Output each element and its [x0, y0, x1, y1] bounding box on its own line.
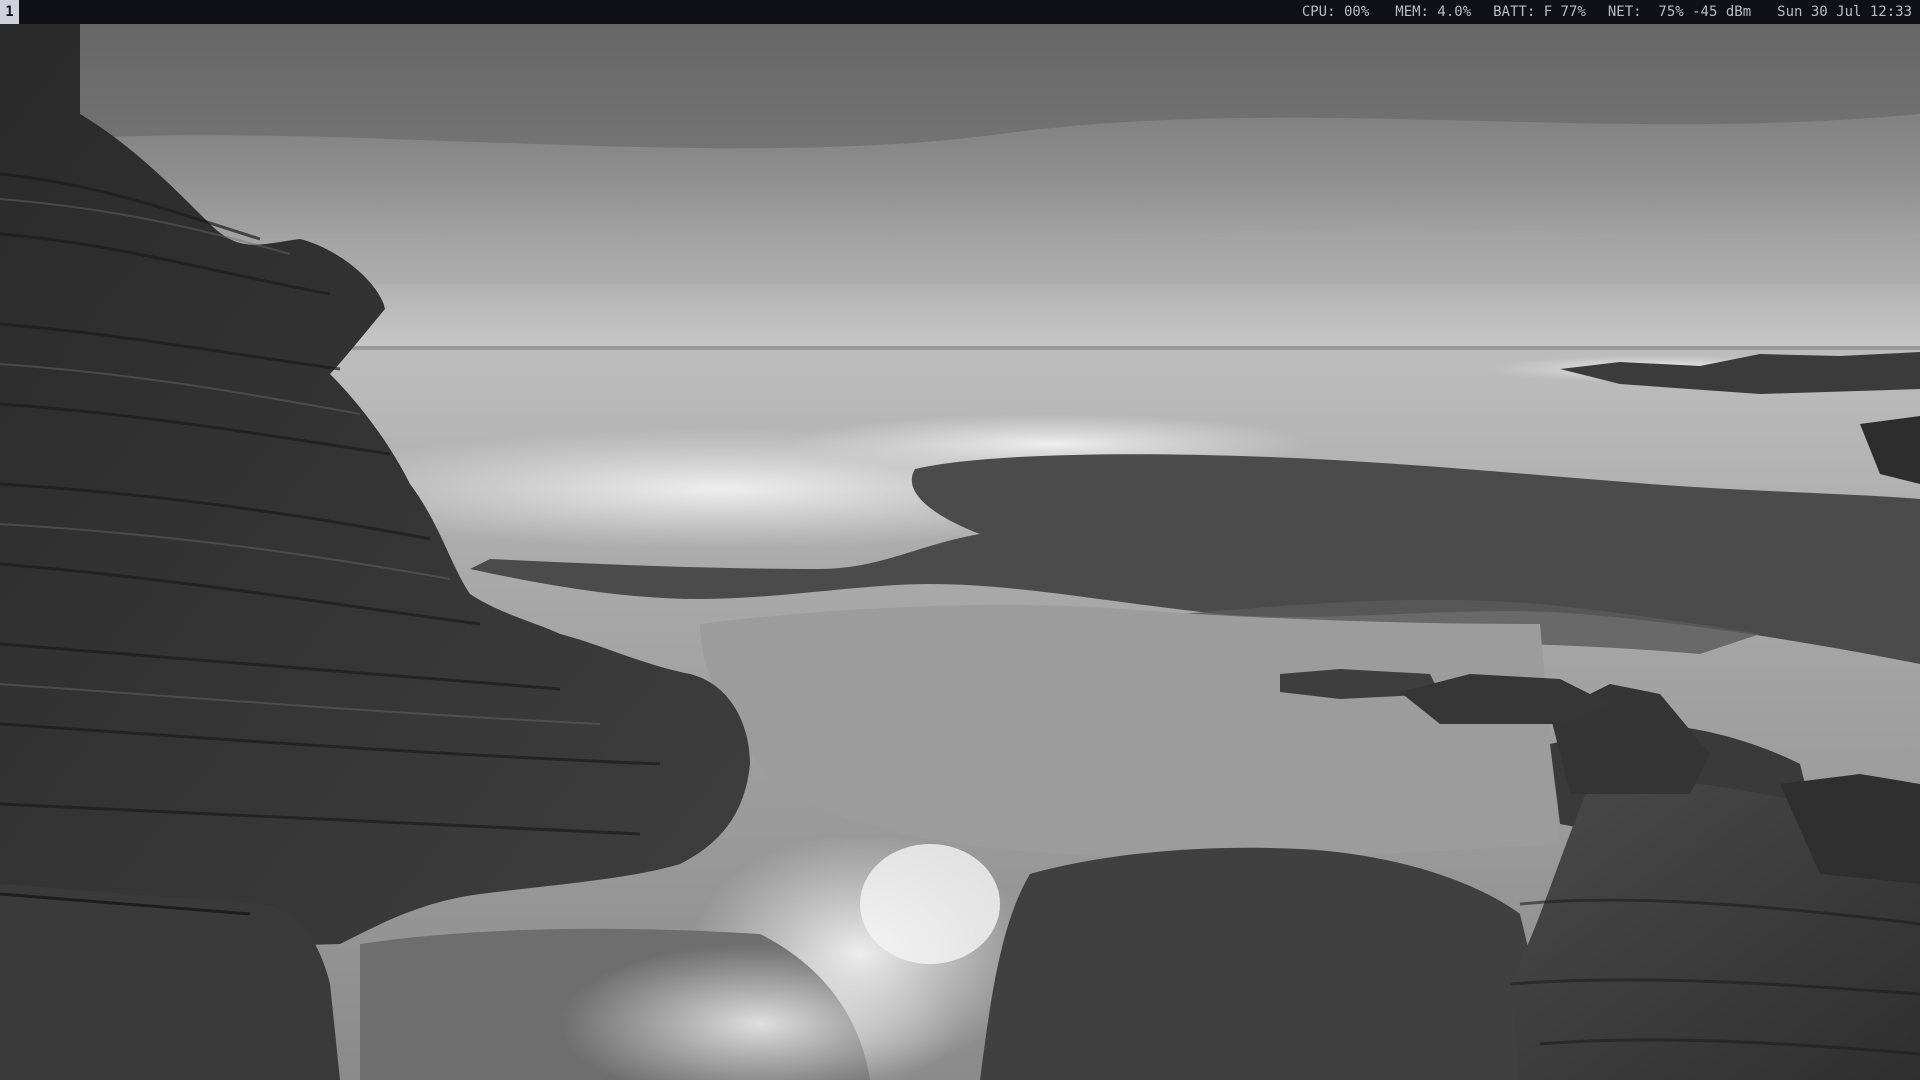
status-block: CPU: 00% MEM: 4.0% BATT: F 77% NET: 75% …	[1302, 0, 1920, 24]
clock: Sun 30 Jul 12:33	[1777, 4, 1912, 20]
memory-status: MEM: 4.0%	[1395, 4, 1472, 20]
network-status: NET: 75% -45 dBm	[1607, 4, 1752, 20]
status-bar: 1 CPU: 00% MEM: 4.0% BATT: F 77% NET: 75…	[0, 0, 1920, 24]
workspace-1-button[interactable]: 1	[0, 0, 19, 24]
seascape-wallpaper-icon	[0, 24, 1920, 1080]
workspace-label: 1	[5, 4, 14, 20]
desktop-wallpaper	[0, 24, 1920, 1080]
cpu-status: CPU: 00%	[1301, 4, 1370, 20]
battery-status: BATT: F 77%	[1493, 4, 1586, 20]
